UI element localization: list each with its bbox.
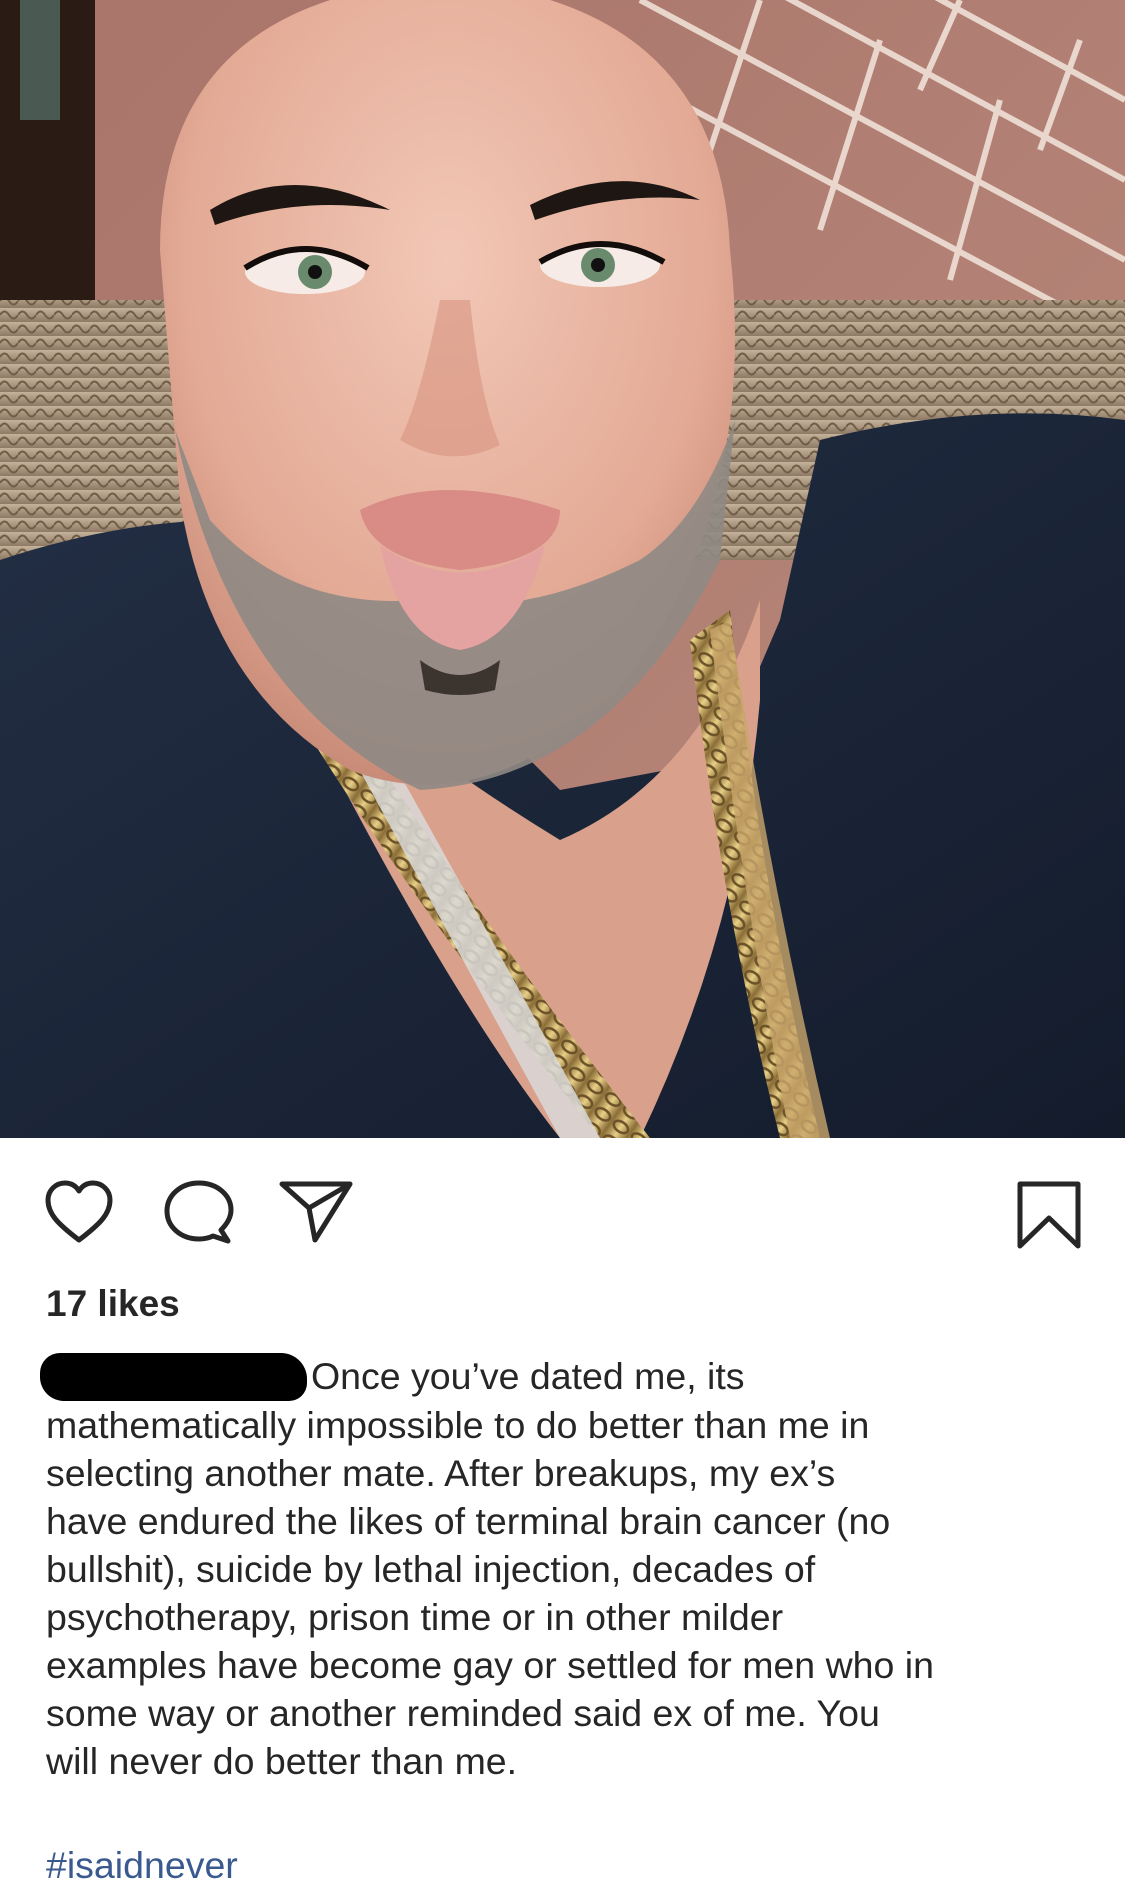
paper-plane-icon[interactable] xyxy=(278,1180,354,1244)
caption-line-7: examples have become gay or settled for … xyxy=(46,1644,934,1686)
caption-line-6: psychotherapy, prison time or in other m… xyxy=(46,1596,784,1638)
redacted-username xyxy=(40,1353,307,1401)
caption-line-2: mathematically impossible to do better t… xyxy=(46,1404,870,1446)
post-image[interactable] xyxy=(0,0,1125,1138)
caption-line-1: Once you’ve dated me, its xyxy=(40,1352,1086,1401)
caption-line-5: bullshit), suicide by lethal injection, … xyxy=(46,1548,816,1590)
caption-line-9: will never do better than me. xyxy=(46,1740,518,1782)
hashtag-link[interactable]: #isaidnever xyxy=(46,1844,238,1887)
post-image-illustration xyxy=(0,0,1125,1138)
post-caption: Once you’ve dated me, its mathematically… xyxy=(40,1352,1086,1785)
heart-icon[interactable] xyxy=(44,1180,114,1244)
caption-line-3: selecting another mate. After breakups, … xyxy=(46,1452,836,1494)
like-count[interactable]: 17 likes xyxy=(46,1283,180,1325)
post-action-bar xyxy=(0,1138,1125,1268)
bookmark-icon[interactable] xyxy=(1016,1180,1082,1249)
caption-line-8: some way or another reminded said ex of … xyxy=(46,1692,880,1734)
comment-bubble-icon[interactable] xyxy=(164,1180,234,1244)
caption-line-4: have endured the likes of terminal brain… xyxy=(46,1500,891,1542)
